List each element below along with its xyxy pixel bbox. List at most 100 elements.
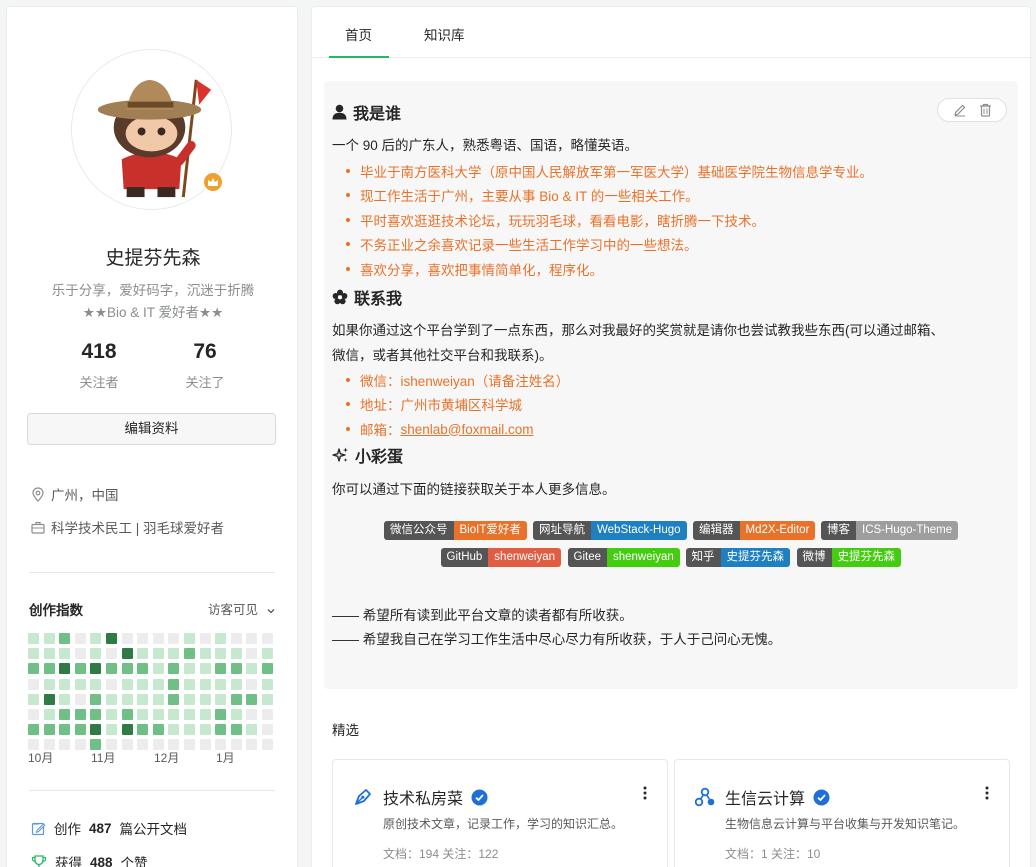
heatmap-cell[interactable]: [230, 678, 242, 690]
heatmap-cell[interactable]: [106, 709, 117, 720]
heatmap-cell[interactable]: [215, 663, 227, 675]
heatmap-cell[interactable]: [246, 739, 258, 751]
heatmap-cell[interactable]: [90, 663, 102, 675]
heatmap-cell[interactable]: [106, 678, 117, 690]
link-badge[interactable]: 网址导航 WebStack-Hugo: [533, 521, 687, 540]
heatmap-cell[interactable]: [152, 678, 164, 690]
heatmap-cell[interactable]: [121, 663, 133, 675]
heatmap-cell[interactable]: [43, 693, 55, 705]
heatmap-cell[interactable]: [59, 678, 71, 690]
heatmap-cell[interactable]: [199, 663, 211, 675]
link-badge[interactable]: 编辑器 Md2X-Editor: [693, 521, 816, 540]
following-stat[interactable]: 76 关注了: [165, 340, 245, 391]
heatmap-cell[interactable]: [246, 633, 258, 644]
tab-knowledge-base[interactable]: 知识库: [424, 24, 465, 44]
heatmap-cell[interactable]: [184, 693, 195, 705]
heatmap-cell[interactable]: [184, 648, 195, 660]
heatmap-cell[interactable]: [28, 709, 39, 720]
link-badge[interactable]: GitHub shenweiyan: [440, 548, 562, 567]
heatmap-cell[interactable]: [152, 663, 164, 675]
heatmap-cell[interactable]: [59, 663, 71, 675]
heatmap-cell[interactable]: [90, 648, 102, 660]
visibility-dropdown[interactable]: 访客可见: [208, 599, 276, 618]
heatmap-cell[interactable]: [74, 678, 86, 690]
heatmap-cell[interactable]: [168, 648, 180, 660]
link-badge[interactable]: 微信公众号 BioIT爱好者: [384, 521, 527, 540]
heatmap-cell[interactable]: [74, 739, 86, 751]
heatmap-cell[interactable]: [137, 633, 149, 644]
heatmap-cell[interactable]: [184, 724, 195, 736]
heatmap-cell[interactable]: [121, 739, 133, 751]
heatmap-cell[interactable]: [152, 693, 164, 705]
heatmap-cell[interactable]: [106, 724, 117, 736]
heatmap-cell[interactable]: [28, 633, 39, 644]
heatmap-cell[interactable]: [168, 709, 180, 720]
heatmap-cell[interactable]: [28, 663, 39, 675]
featured-book-card[interactable]: 技术私房菜 原创技术文章，记录工作，学习的知识汇总。 文档：194 关注：122: [332, 759, 668, 867]
heatmap-cell[interactable]: [199, 739, 211, 751]
heatmap-cell[interactable]: [137, 663, 149, 675]
heatmap-cell[interactable]: [215, 709, 227, 720]
heatmap-cell[interactable]: [246, 663, 258, 675]
heatmap-cell[interactable]: [262, 678, 273, 690]
heatmap-cell[interactable]: [230, 724, 242, 736]
heatmap-cell[interactable]: [43, 678, 55, 690]
heatmap-cell[interactable]: [106, 663, 117, 675]
heatmap-cell[interactable]: [90, 709, 102, 720]
heatmap-cell[interactable]: [137, 648, 149, 660]
heatmap-cell[interactable]: [168, 724, 180, 736]
heatmap-cell[interactable]: [184, 633, 195, 644]
heatmap-cell[interactable]: [246, 693, 258, 705]
heatmap-cell[interactable]: [152, 648, 164, 660]
edit-profile-button[interactable]: 编辑资料: [27, 413, 276, 445]
heatmap-cell[interactable]: [106, 633, 117, 644]
heatmap-cell[interactable]: [230, 648, 242, 660]
more-vertical-icon[interactable]: [643, 786, 647, 800]
heatmap-cell[interactable]: [246, 709, 258, 720]
heatmap-cell[interactable]: [230, 663, 242, 675]
heatmap-cell[interactable]: [137, 724, 149, 736]
heatmap-cell[interactable]: [106, 648, 117, 660]
heatmap-cell[interactable]: [59, 633, 71, 644]
heatmap-cell[interactable]: [184, 709, 195, 720]
heatmap-cell[interactable]: [74, 633, 86, 644]
heatmap-cell[interactable]: [59, 724, 71, 736]
heatmap-cell[interactable]: [184, 678, 195, 690]
heatmap-cell[interactable]: [262, 724, 273, 736]
heatmap-cell[interactable]: [43, 648, 55, 660]
heatmap-cell[interactable]: [199, 633, 211, 644]
heatmap-cell[interactable]: [262, 693, 273, 705]
link-badge[interactable]: 博客 ICS-Hugo-Theme: [821, 521, 959, 540]
heatmap-cell[interactable]: [43, 724, 55, 736]
edit-pencil-icon[interactable]: [953, 103, 967, 117]
heatmap-cell[interactable]: [230, 709, 242, 720]
heatmap-cell[interactable]: [152, 709, 164, 720]
heatmap-cell[interactable]: [28, 693, 39, 705]
heatmap-cell[interactable]: [74, 693, 86, 705]
heatmap-cell[interactable]: [246, 648, 258, 660]
heatmap-cell[interactable]: [28, 648, 39, 660]
heatmap-cell[interactable]: [230, 633, 242, 644]
heatmap-cell[interactable]: [74, 663, 86, 675]
heatmap-cell[interactable]: [230, 693, 242, 705]
heatmap-cell[interactable]: [262, 739, 273, 751]
heatmap-cell[interactable]: [137, 678, 149, 690]
heatmap-cell[interactable]: [90, 678, 102, 690]
heatmap-cell[interactable]: [59, 648, 71, 660]
heatmap-cell[interactable]: [262, 709, 273, 720]
heatmap-cell[interactable]: [215, 633, 227, 644]
link-badge[interactable]: Gitee shenweiyan: [567, 548, 680, 567]
heatmap-cell[interactable]: [168, 633, 180, 644]
heatmap-cell[interactable]: [262, 663, 273, 675]
heatmap-cell[interactable]: [74, 724, 86, 736]
link-badge[interactable]: 微博 史提芬先森: [796, 548, 901, 567]
heatmap-cell[interactable]: [215, 724, 227, 736]
heatmap-cell[interactable]: [215, 693, 227, 705]
heatmap-cell[interactable]: [184, 663, 195, 675]
heatmap-cell[interactable]: [90, 633, 102, 644]
heatmap-cell[interactable]: [168, 693, 180, 705]
heatmap-cell[interactable]: [74, 709, 86, 720]
email-link[interactable]: shenlab@foxmail.com: [401, 422, 534, 437]
heatmap-cell[interactable]: [137, 709, 149, 720]
heatmap-cell[interactable]: [43, 633, 55, 644]
